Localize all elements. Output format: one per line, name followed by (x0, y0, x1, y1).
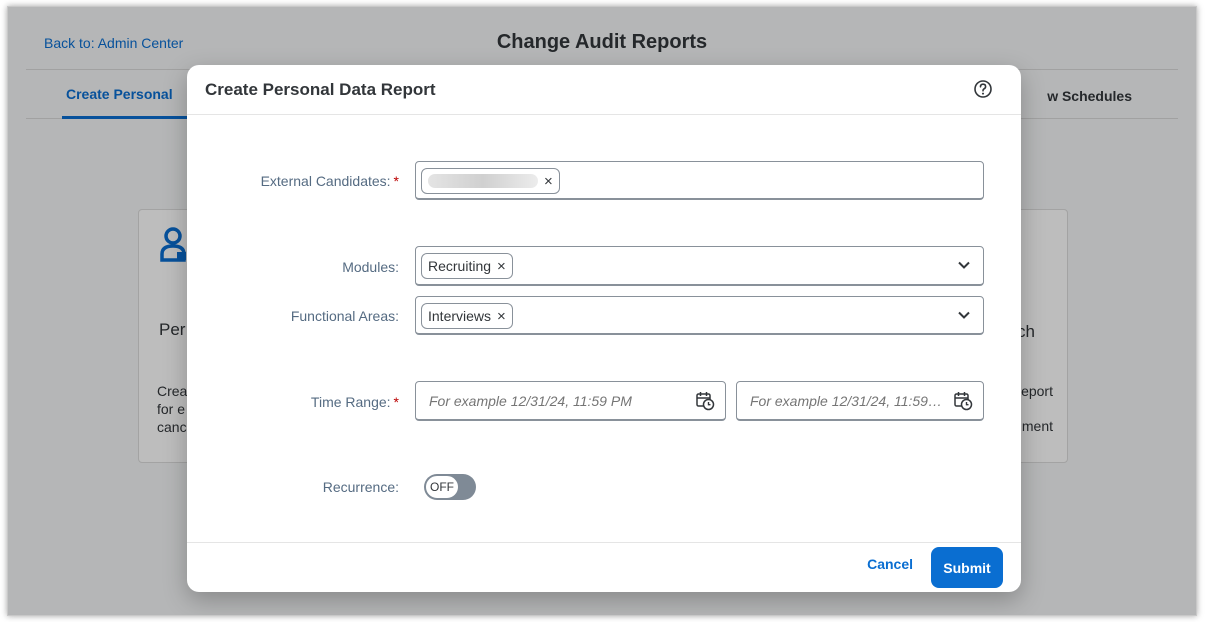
functional-area-token-interviews[interactable]: Interviews × (421, 303, 513, 329)
label-text: External Candidates: (260, 173, 391, 189)
recurrence-label: Recurrence: (322, 479, 399, 495)
submit-button[interactable]: Submit (931, 547, 1003, 588)
calendar-clock-icon[interactable] (695, 391, 715, 411)
token-remove-icon[interactable]: × (497, 309, 506, 324)
chevron-down-icon[interactable] (957, 308, 971, 322)
label-text: Time Range: (310, 394, 391, 410)
end-datetime-picker[interactable] (736, 381, 984, 421)
app-window: Back to: Admin Center Change Audit Repor… (7, 6, 1197, 616)
modules-multiselect[interactable]: Recruiting × (415, 246, 984, 286)
token-label: Recruiting (428, 258, 492, 274)
redacted-candidate-name (428, 174, 538, 188)
start-datetime-input[interactable] (429, 382, 691, 420)
external-candidates-input[interactable]: × (415, 161, 984, 200)
dialog-footer: Cancel Submit (187, 542, 1021, 592)
token-label: Interviews (428, 308, 492, 324)
help-circle-icon[interactable] (973, 79, 993, 99)
dialog-title: Create Personal Data Report (205, 80, 436, 99)
toggle-state-text: OFF (425, 475, 459, 499)
token-remove-icon[interactable]: × (544, 174, 553, 189)
functional-areas-label: Functional Areas: (290, 308, 399, 324)
recurrence-toggle[interactable]: OFF (424, 474, 476, 500)
cancel-button[interactable]: Cancel (867, 556, 913, 572)
calendar-clock-icon[interactable] (953, 391, 973, 411)
required-marker: * (393, 394, 399, 410)
token-remove-icon[interactable]: × (497, 259, 506, 274)
functional-areas-multiselect[interactable]: Interviews × (415, 296, 984, 335)
module-token-recruiting[interactable]: Recruiting × (421, 253, 513, 279)
start-datetime-picker[interactable] (415, 381, 726, 421)
chevron-down-icon[interactable] (957, 258, 971, 272)
external-candidates-label: External Candidates: * (261, 173, 399, 189)
required-marker: * (393, 173, 399, 189)
dialog-header: Create Personal Data Report (187, 65, 1021, 115)
modules-label: Modules: (342, 259, 399, 275)
candidate-token[interactable]: × (421, 168, 560, 194)
end-datetime-input[interactable] (750, 382, 944, 420)
create-personal-data-report-dialog: Create Personal Data Report External Can… (187, 65, 1021, 592)
time-range-label: Time Range: * (311, 394, 399, 410)
